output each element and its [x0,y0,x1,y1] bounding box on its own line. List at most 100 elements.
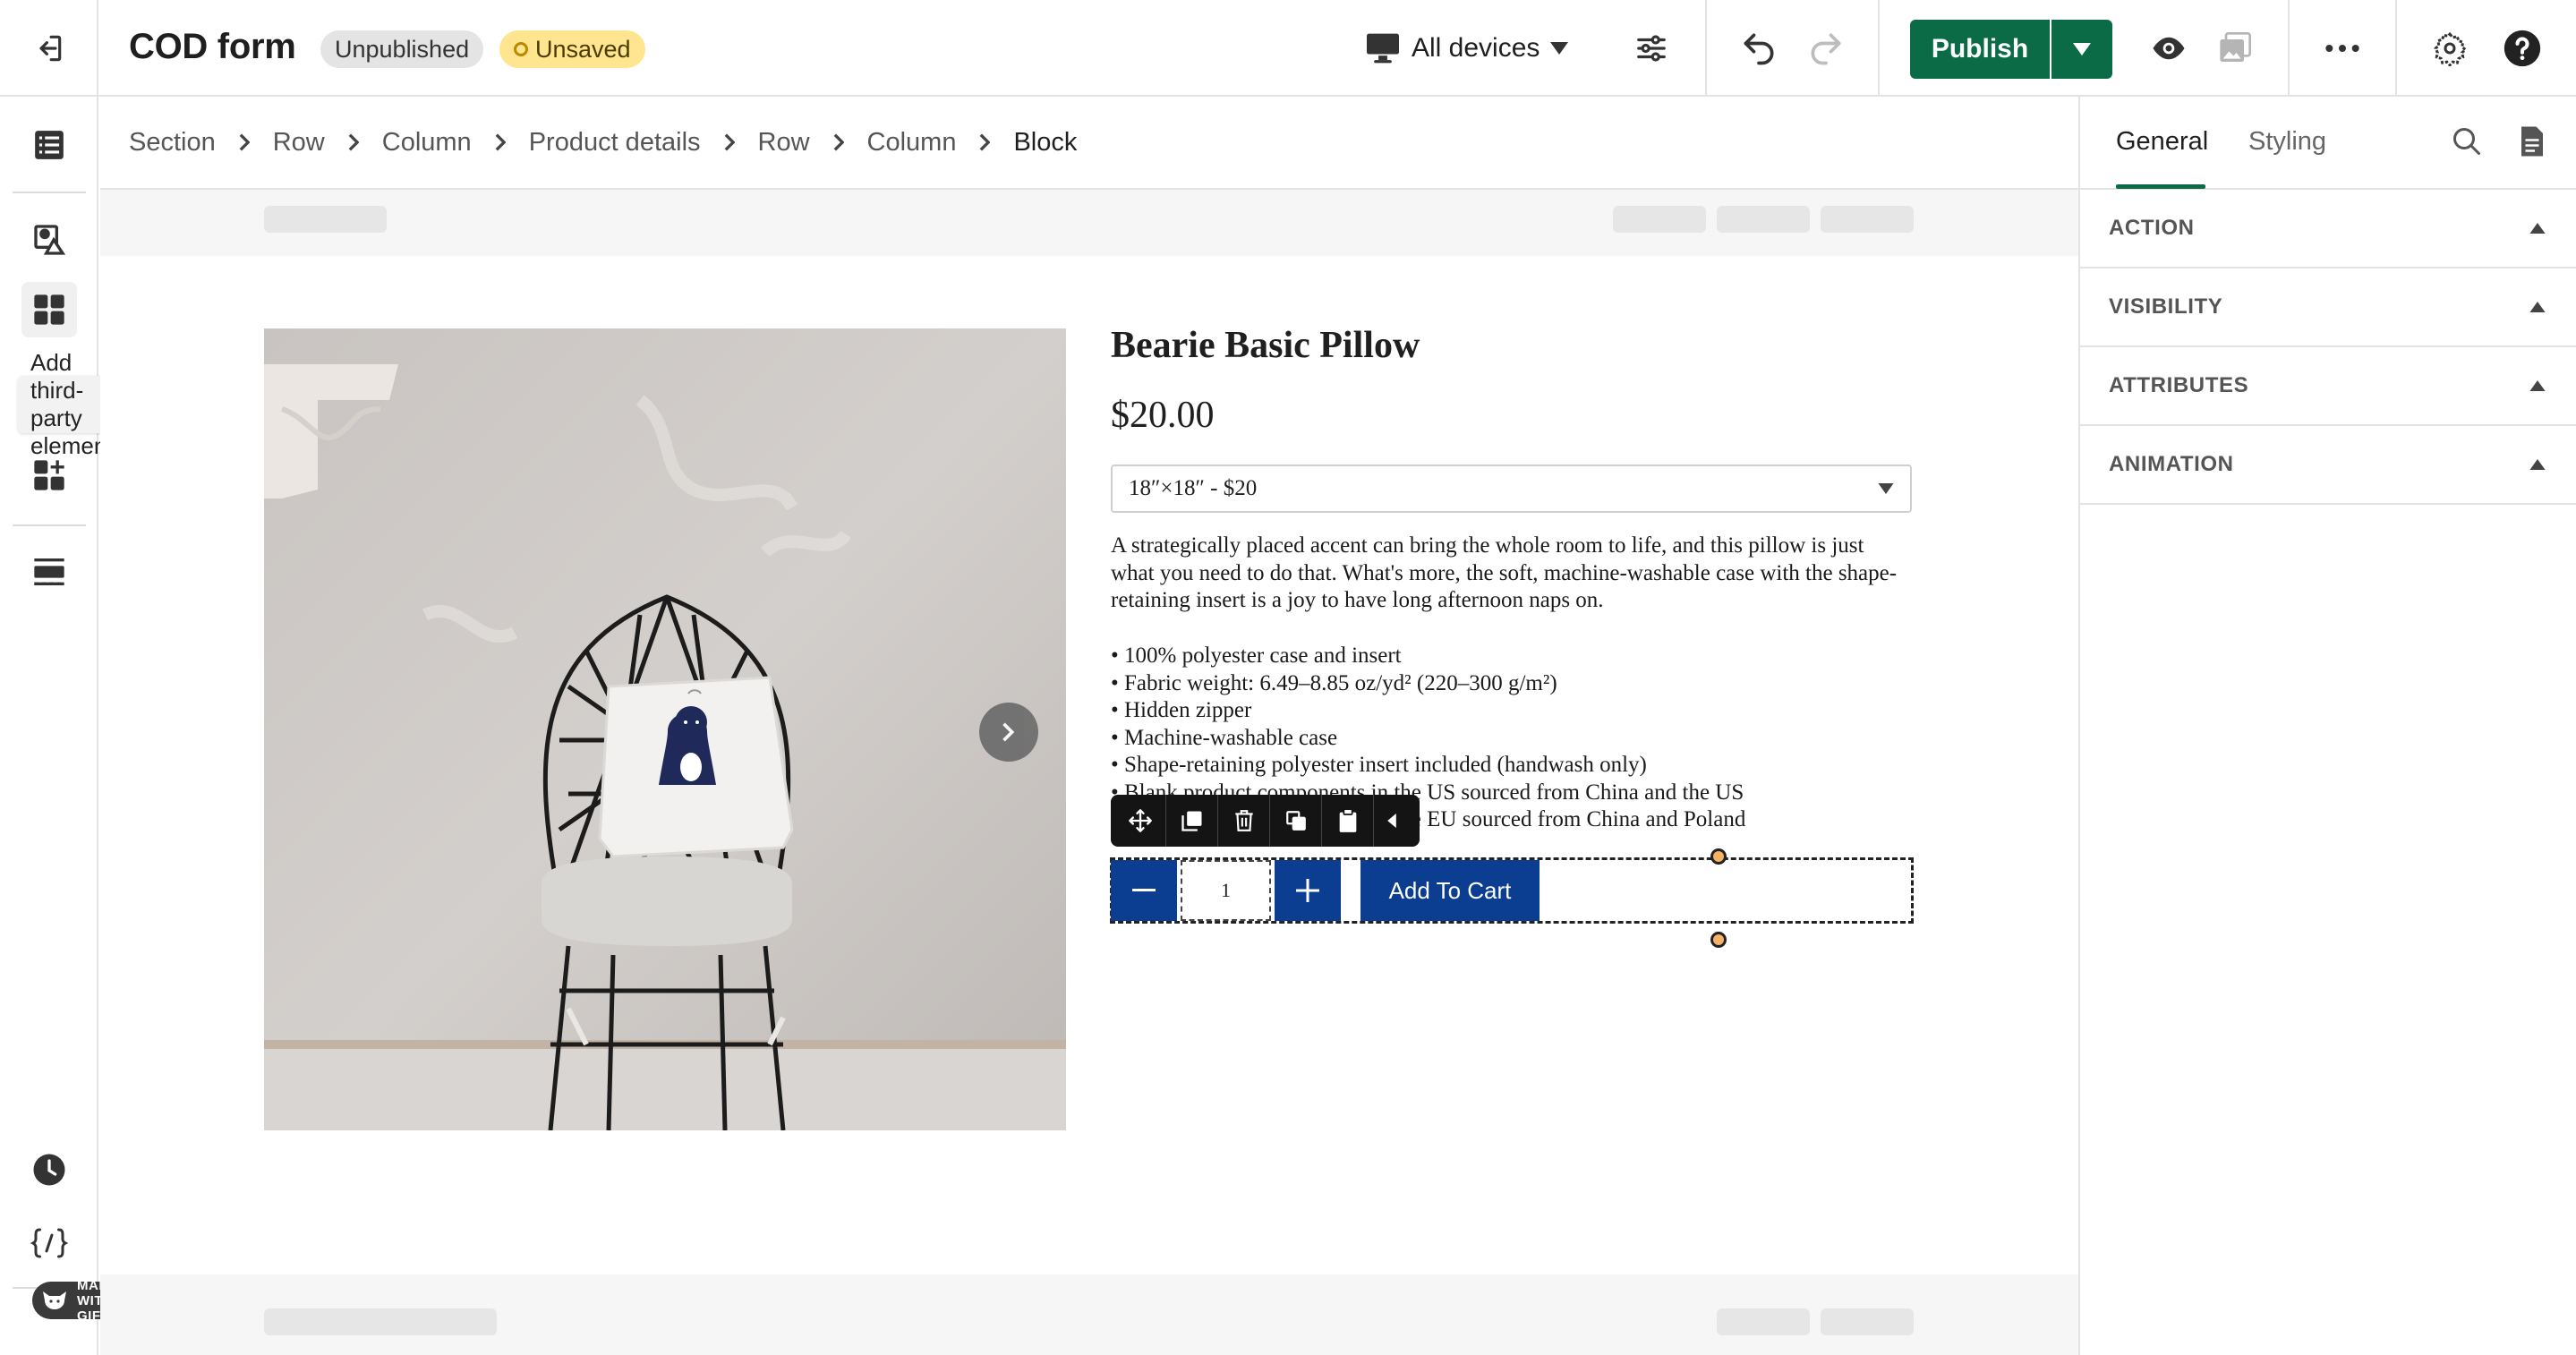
add-elements-button[interactable] [21,212,77,268]
accordion-action[interactable]: ACTION [2080,190,2576,268]
page-settings-button[interactable] [1629,0,1674,97]
editor-canvas[interactable]: Bearie Basic Pillow $20.00 18″×18″ - $20… [100,190,2078,1355]
chevron-right-icon [833,133,844,151]
third-party-elements-button[interactable] [21,282,77,337]
redo-icon [1806,29,1846,68]
breadcrumb-item[interactable]: Column [382,128,472,158]
tab-general[interactable]: General [2116,127,2208,157]
collapse-toolbar-button[interactable] [1374,795,1410,847]
status-badge-unpublished: Unpublished [320,30,484,68]
status-badge-unsaved: Unsaved [499,30,645,68]
exit-editor-button[interactable] [0,0,98,97]
quantity-input[interactable]: 1 [1181,860,1271,921]
breadcrumb-item[interactable]: Row [273,128,325,158]
resize-handle-top[interactable] [1710,848,1727,865]
settings-button[interactable] [2427,0,2472,97]
preview-button[interactable] [2146,0,2191,97]
variant-select[interactable]: 18″×18″ - $20 [1111,464,1912,513]
publish-options-button[interactable] [2051,20,2112,79]
chevron-right-icon [239,133,250,151]
eye-icon [2150,30,2188,67]
accordion-label: VISIBILITY [2109,294,2223,319]
caret-up-icon [2529,459,2546,470]
delete-button[interactable] [1218,795,1270,847]
shapes-icon [31,222,67,258]
accordion-attributes[interactable]: ATTRIBUTES [2080,347,2576,426]
quantity-decrease-button[interactable] [1111,860,1177,921]
media-library-button[interactable] [2213,0,2257,97]
breadcrumb-item[interactable]: Row [758,128,810,158]
layers-button[interactable] [21,117,77,173]
publish-button[interactable]: Publish [1910,20,2051,79]
search-icon [2451,125,2483,158]
feature-list-item: • Machine-washable case [1111,725,1338,750]
accordion-visibility[interactable]: VISIBILITY [2080,268,2576,347]
image-next-button[interactable] [979,703,1038,762]
product-title: Bearie Basic Pillow [1111,325,1420,366]
caret-left-icon [1387,814,1396,828]
chevron-right-icon [348,133,359,151]
sections-button[interactable] [21,544,77,600]
panel-docs-button[interactable] [2519,125,2546,158]
rail-divider [13,524,86,526]
unsaved-label: Unsaved [535,35,631,63]
feature-list-item: • Hidden zipper [1111,698,1252,722]
caret-up-icon [2529,223,2546,234]
copy-icon [1284,809,1308,832]
chevron-right-icon [1002,722,1016,742]
copy-style-button[interactable] [1270,795,1322,847]
quantity-increase-button[interactable] [1275,860,1341,921]
breadcrumb-item[interactable]: Section [129,128,216,158]
chevron-right-icon [979,133,991,151]
duplicate-button[interactable] [1166,795,1218,847]
element-toolbar [1111,795,1420,847]
custom-code-button[interactable] [21,1215,77,1271]
more-options-button[interactable] [2320,0,2365,97]
skeleton-bar [1821,206,1914,233]
tab-styling[interactable]: Styling [2248,127,2326,157]
paste-button[interactable] [1322,795,1374,847]
move-icon [1128,808,1153,833]
feature-list-item: • Shape-retaining polyester insert inclu… [1111,753,1647,777]
page-title[interactable]: COD form [129,27,296,67]
add-block-icon [31,457,67,493]
add-to-cart-button[interactable]: Add To Cart [1361,860,1540,921]
undo-icon [1739,29,1778,68]
device-selector[interactable]: All devices [1365,0,1569,97]
resize-handle-bottom[interactable] [1710,932,1727,948]
minus-icon [1132,889,1156,892]
breadcrumb-item[interactable]: Block [1013,128,1077,158]
redo-button[interactable] [1799,0,1853,97]
undo-button[interactable] [1732,0,1786,97]
product-image[interactable] [264,328,1066,1130]
active-tab-indicator [2116,184,2205,189]
list-icon [32,128,66,162]
accordion-label: ATTRIBUTES [2109,373,2249,397]
panel-tabs: General Styling [2080,97,2576,190]
product-price: $20.00 [1111,395,1215,436]
accordion-animation[interactable]: ANIMATION [2080,426,2576,505]
breadcrumb-item[interactable]: Column [867,128,957,158]
help-icon [2503,29,2542,68]
breadcrumb-item[interactable]: Product details [529,128,701,158]
product-description: A strategically placed accent can bring … [1111,533,1898,612]
rail-divider [13,192,86,193]
section-icon [31,554,67,590]
breadcrumb: Section Row Column Product details Row Column… [100,97,2078,190]
placeholder-row-top [100,190,2078,256]
feature-list-item: • 100% polyester case and insert [1111,643,1402,668]
panel-search-button[interactable] [2451,125,2483,158]
exit-icon [31,31,65,65]
skeleton-bar [1821,1308,1914,1335]
left-sidebar: Add third-party elements MADE WITH GIFOX [0,97,138,1355]
more-dots-icon [2324,43,2360,54]
toolbar-divider [1878,0,1880,97]
help-button[interactable] [2500,0,2545,97]
skeleton-bar [264,206,387,233]
toolbar-divider [1705,0,1707,97]
top-bar: COD form Unpublished Unsaved All devices… [0,0,2576,97]
publish-split-button: Publish [1910,20,2112,79]
move-button[interactable] [1114,795,1166,847]
version-history-button[interactable] [21,1142,77,1197]
desktop-icon [1365,32,1401,64]
